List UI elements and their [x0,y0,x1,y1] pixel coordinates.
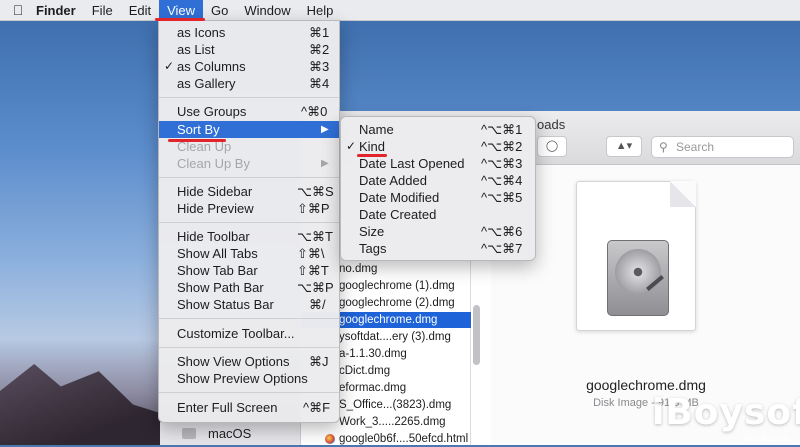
sort-item-tags[interactable]: Tags ^⌥⌘7 [341,240,535,257]
sort-item-name[interactable]: Name ^⌥⌘1 [341,121,535,138]
hard-drive-icon [607,240,669,316]
menu-window[interactable]: Window [236,0,298,21]
sort-item-date-added[interactable]: Date Added ^⌥⌘4 [341,172,535,189]
menu-file[interactable]: File [84,0,121,21]
menu-separator [159,318,339,319]
menu-help[interactable]: Help [299,0,342,21]
window-title: oads [537,117,566,132]
menu-edit[interactable]: Edit [121,0,159,21]
search-placeholder: Search [676,140,715,154]
sort-item-kind[interactable]: ✓ Kind ^⌥⌘2 [341,138,535,155]
menu-separator [159,347,339,348]
menu-item-hide-preview[interactable]: Hide Preview ⇧⌘P [159,200,339,217]
menu-item-sort-by[interactable]: Sort By ▶ [159,121,339,138]
annotation-underline-kind [357,154,387,157]
menu-separator [159,97,339,98]
chrome-icon [325,434,335,444]
menu-separator [159,392,339,393]
sidebar-item-macos[interactable]: macOS [160,422,300,445]
menu-bar:  Finder File Edit View Go Window Help [0,0,800,21]
menu-item-as-icons[interactable]: as Icons ⌘1 [159,24,339,41]
annotation-underline-sort-by [168,139,226,142]
sort-item-date-last-opened[interactable]: Date Last Opened ^⌥⌘3 [341,155,535,172]
sort-by-submenu: Name ^⌥⌘1 ✓ Kind ^⌥⌘2 Date Last Opened ^⌥⌘3 … [340,116,536,261]
sort-item-date-created[interactable]: Date Created [341,206,535,223]
search-icon: ⚲ [659,140,668,154]
checkmark-icon: ✓ [164,59,175,73]
menu-item-hide-sidebar[interactable]: Hide Sidebar ⌥⌘S [159,183,339,200]
menu-go[interactable]: Go [203,0,236,21]
disk-image-icon [576,181,696,331]
action-button[interactable]: ▲▾ [606,136,642,157]
scrollbar[interactable] [473,305,480,365]
menu-item-as-gallery[interactable]: as Gallery ⌘4 [159,75,339,92]
menu-item-show-tab-bar[interactable]: Show Tab Bar ⇧⌘T [159,262,339,279]
submenu-arrow-icon: ▶ [321,158,329,169]
menu-separator [159,222,339,223]
menu-item-show-preview-options[interactable]: Show Preview Options [159,370,339,387]
preview-file-name: googlechrome.dmg [586,377,706,393]
menu-item-show-all-tabs[interactable]: Show All Tabs ⇧⌘\ [159,245,339,262]
menu-item-show-status-bar[interactable]: Show Status Bar ⌘/ [159,296,339,313]
menu-item-clean-up-by: Clean Up By ▶ [177,156,329,171]
sort-item-date-modified[interactable]: Date Modified ^⌥⌘5 [341,189,535,206]
menu-item-enter-full-screen[interactable]: Enter Full Screen ^⌘F [159,399,339,416]
apple-logo-icon[interactable]:  [0,2,36,18]
menu-item-as-list[interactable]: as List ⌘2 [159,41,339,58]
menu-item-show-path-bar[interactable]: Show Path Bar ⌥⌘P [159,279,339,296]
view-menu: as Icons ⌘1 as List ⌘2 ✓ as Columns ⌘3 as Ga… [158,20,340,423]
watermark-logo: iBoysoft [652,392,800,433]
submenu-arrow-icon: ▶ [321,124,329,135]
menu-item-customize-toolbar[interactable]: Customize Toolbar... [159,325,339,342]
menu-item-show-view-options[interactable]: Show View Options ⌘J [159,353,339,370]
menu-item-hide-toolbar[interactable]: Hide Toolbar ⌥⌘T [159,228,339,245]
disk-platter [615,249,661,295]
watermark-site: wsxdn.com [744,433,790,443]
checkmark-icon: ✓ [346,139,357,153]
menu-separator [159,177,339,178]
menu-item-as-columns[interactable]: ✓ as Columns ⌘3 [159,58,339,75]
sidebar-item-label: macOS [208,426,252,441]
page-fold [670,181,696,207]
menu-finder[interactable]: Finder [36,0,84,21]
search-input[interactable]: ⚲ Search [651,136,794,158]
menu-item-use-groups[interactable]: Use Groups ^⌘0 [159,103,339,120]
hard-disk-icon [182,428,196,439]
annotation-underline-view [155,18,205,21]
sort-item-size[interactable]: Size ^⌥⌘6 [341,223,535,240]
tag-button[interactable]: ◯ [537,136,567,157]
